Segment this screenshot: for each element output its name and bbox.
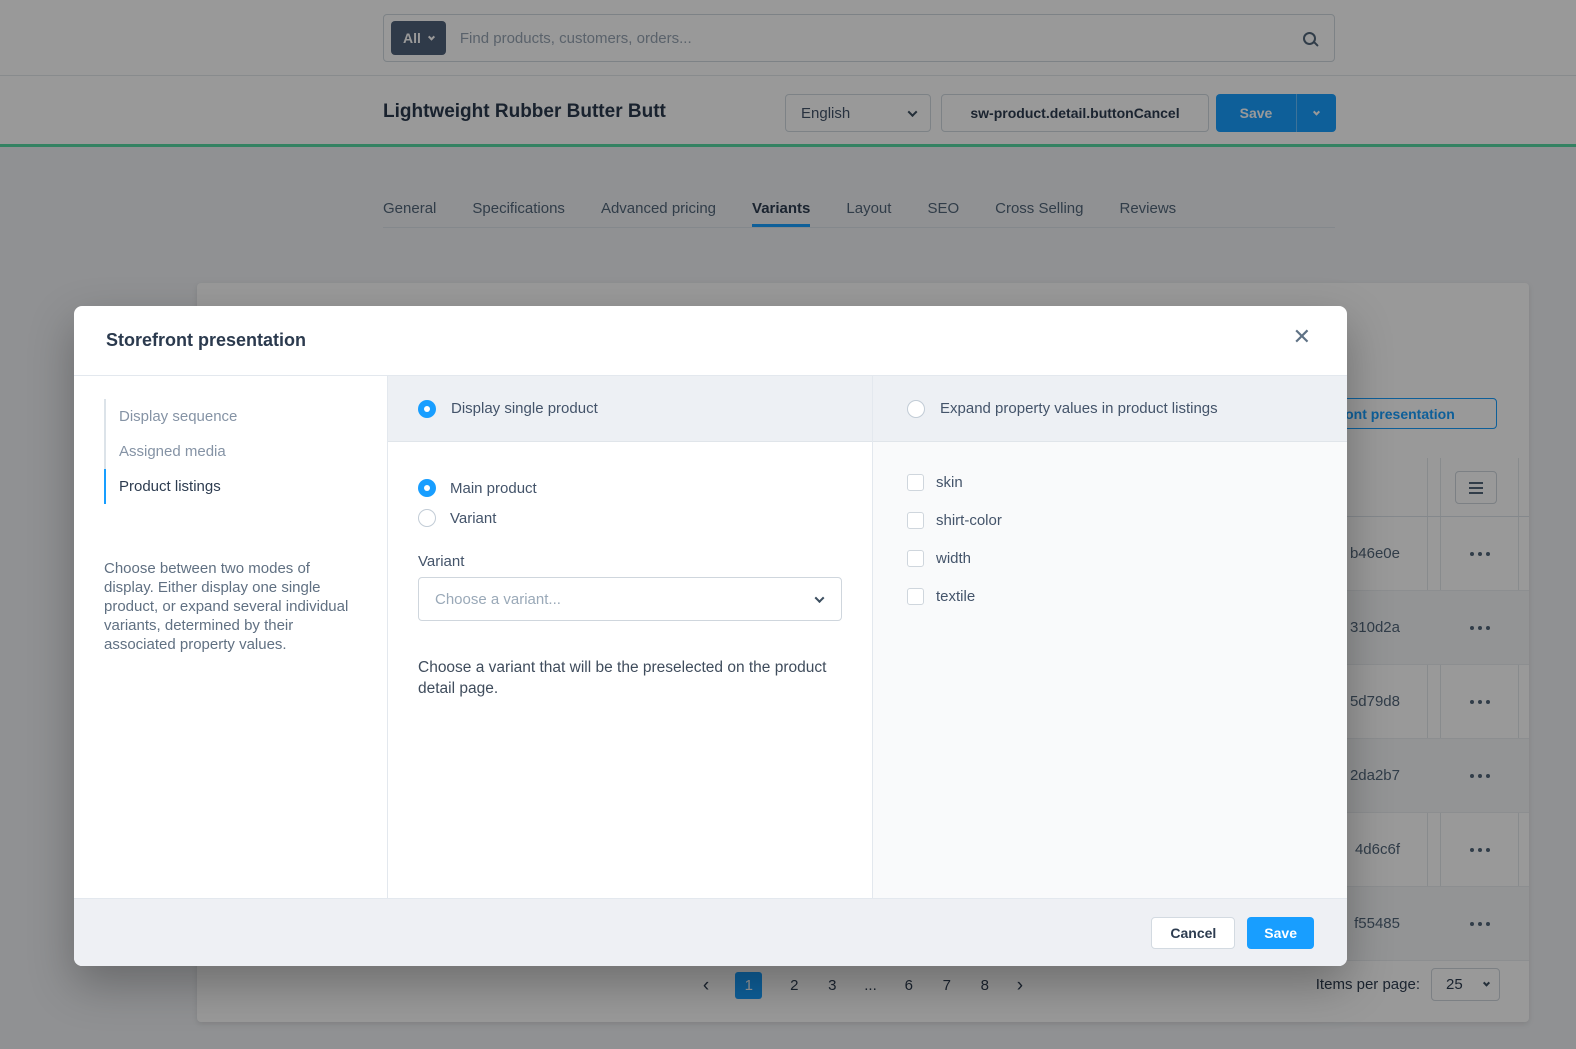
property-shirt-color-checkbox[interactable] [907, 512, 924, 529]
variant-field-label: Variant [418, 553, 842, 570]
main-product-label: Main product [450, 480, 537, 497]
expand-property-values-radio[interactable] [907, 400, 925, 418]
property-skin-checkbox[interactable] [907, 474, 924, 491]
list-item: width [907, 550, 1347, 567]
sidebar-item-assigned-media[interactable]: Assigned media [104, 434, 361, 469]
modal-footer: Cancel Save [74, 898, 1347, 966]
sidebar-item-display-sequence[interactable]: Display sequence [104, 399, 361, 434]
single-product-mode-header: Display single product [388, 376, 872, 442]
chevron-down-icon [815, 593, 825, 603]
product-detail-page: All Lightweight Rubber Butter Butt Engli… [0, 0, 1576, 1049]
property-label: shirt-color [936, 512, 1002, 529]
property-label: width [936, 550, 971, 567]
variant-radio[interactable] [418, 509, 436, 527]
modal-header: Storefront presentation ✕ [74, 306, 1347, 376]
display-single-product-radio[interactable] [418, 400, 436, 418]
modal-sidebar: Display sequence Assigned media Product … [74, 376, 388, 898]
property-textile-checkbox[interactable] [907, 588, 924, 605]
single-product-options: Main product Variant Variant Choose a va… [388, 442, 872, 898]
property-width-checkbox[interactable] [907, 550, 924, 567]
property-label: skin [936, 474, 963, 491]
property-label: textile [936, 588, 975, 605]
variant-select[interactable]: Choose a variant... [418, 577, 842, 621]
list-item: skin [907, 474, 1347, 491]
sidebar-item-product-listings[interactable]: Product listings [104, 469, 361, 504]
expand-property-values-label: Expand property values in product listin… [940, 400, 1218, 417]
modal-body: Display sequence Assigned media Product … [74, 376, 1347, 898]
cancel-button[interactable]: Cancel [1151, 917, 1235, 949]
expand-mode-header: Expand property values in product listin… [873, 376, 1347, 442]
modal-title: Storefront presentation [106, 330, 306, 351]
list-item: textile [907, 588, 1347, 605]
list-item: shirt-color [907, 512, 1347, 529]
storefront-presentation-modal: Storefront presentation ✕ Display sequen… [74, 306, 1347, 966]
save-button[interactable]: Save [1247, 917, 1314, 949]
expand-properties-column: Expand property values in product listin… [873, 376, 1347, 898]
close-icon[interactable]: ✕ [1293, 326, 1311, 348]
variant-select-placeholder: Choose a variant... [435, 591, 561, 608]
variant-option-label: Variant [450, 510, 496, 527]
display-single-product-label: Display single product [451, 400, 598, 417]
variant-helper-text: Choose a variant that will be the presel… [418, 657, 830, 699]
property-list: skin shirt-color width textile [873, 442, 1347, 898]
main-product-radio[interactable] [418, 479, 436, 497]
mode-description: Choose between two modes of display. Eit… [104, 559, 356, 654]
single-product-column: Display single product Main product Vari… [388, 376, 873, 898]
